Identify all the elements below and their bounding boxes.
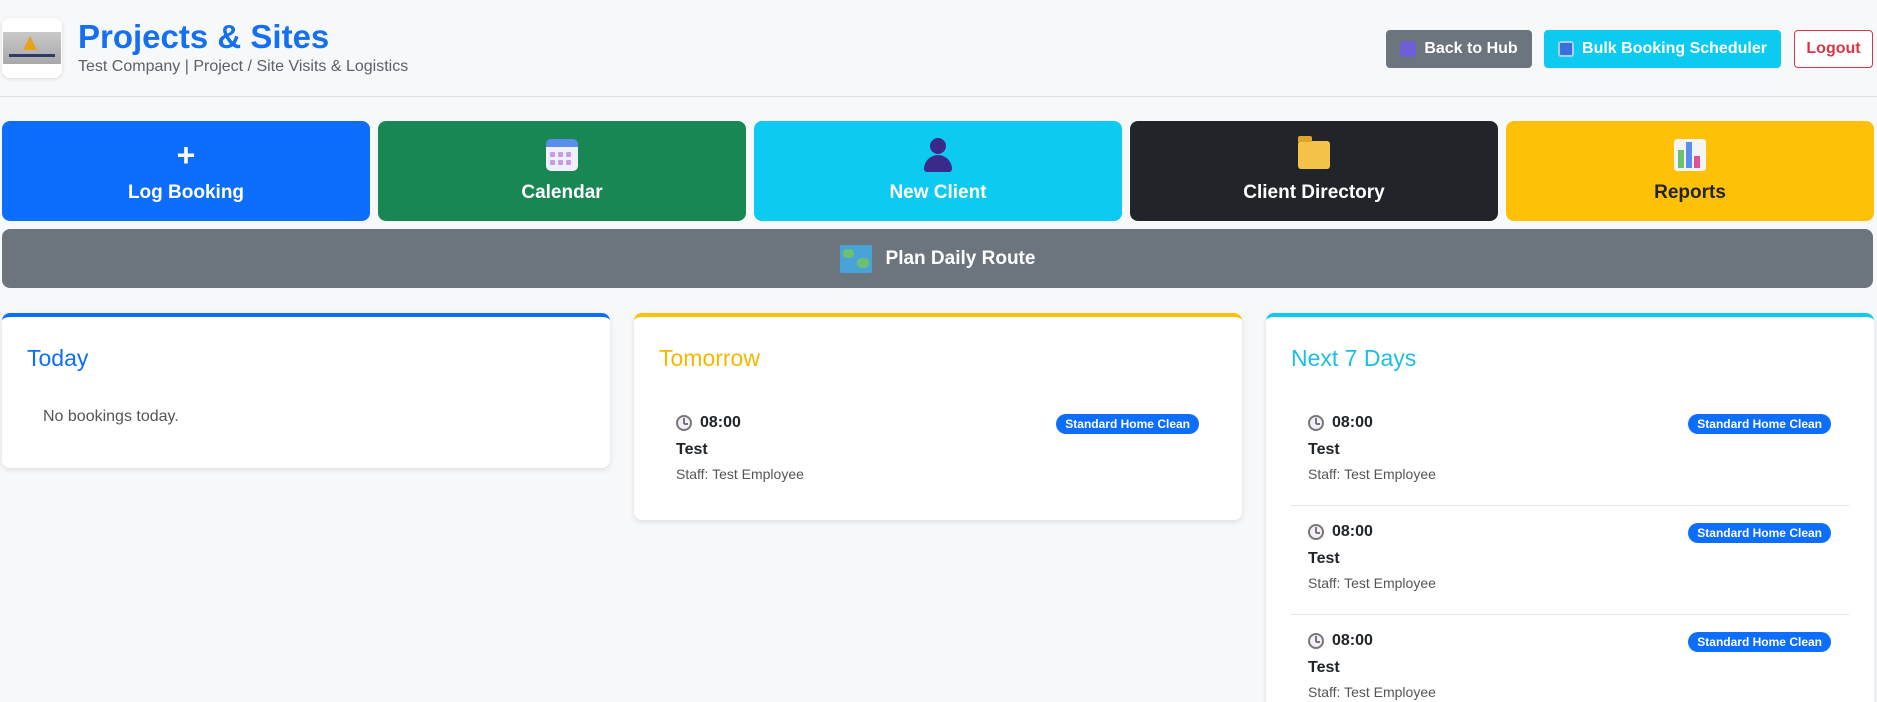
plus-icon: + xyxy=(176,137,196,173)
booking-item[interactable]: 08:00 Standard Home Clean Test Staff: Te… xyxy=(1291,615,1849,702)
booking-client-name: Test xyxy=(1308,441,1340,458)
booking-time-row: 08:00 xyxy=(1308,632,1373,650)
new-client-tile[interactable]: New Client xyxy=(754,121,1122,221)
today-title: Today xyxy=(27,345,89,371)
logout-button[interactable]: Logout xyxy=(1794,30,1873,68)
back-to-hub-label: Back to Hub xyxy=(1424,40,1518,57)
booking-client-name: Test xyxy=(1308,550,1340,567)
company-logo xyxy=(2,18,62,78)
reports-label: Reports xyxy=(1654,182,1726,203)
service-badge: Standard Home Clean xyxy=(1056,414,1199,434)
calendar-icon xyxy=(546,139,578,171)
calendar-label: Calendar xyxy=(521,182,603,203)
repeat-icon xyxy=(1558,41,1575,57)
page-header: Projects & Sites Test Company | Project … xyxy=(0,0,1877,97)
plan-daily-route-button[interactable]: Plan Daily Route xyxy=(2,229,1873,288)
booking-time-row: 08:00 xyxy=(1308,414,1373,432)
reports-tile[interactable]: Reports xyxy=(1506,121,1874,221)
next-7-days-card: Next 7 Days 08:00 Standard Home Clean Te… xyxy=(1266,313,1874,702)
today-card: Today No bookings today. xyxy=(2,313,610,468)
booking-client-name: Test xyxy=(676,441,708,458)
logo-image xyxy=(3,32,61,64)
service-badge: Standard Home Clean xyxy=(1688,414,1831,434)
log-booking-tile[interactable]: + Log Booking xyxy=(2,121,370,221)
booking-staff: Staff: Test Employee xyxy=(1308,466,1436,482)
person-icon xyxy=(922,138,954,172)
bar-chart-icon xyxy=(1674,139,1706,171)
tomorrow-title: Tomorrow xyxy=(659,345,760,371)
booking-staff: Staff: Test Employee xyxy=(1308,684,1436,700)
booking-item[interactable]: 08:00 Standard Home Clean Test Staff: Te… xyxy=(1291,397,1849,506)
new-client-label: New Client xyxy=(889,182,987,203)
bulk-booking-label: Bulk Booking Scheduler xyxy=(1582,40,1767,57)
clock-icon xyxy=(1308,524,1324,540)
calendar-tile[interactable]: Calendar xyxy=(378,121,746,221)
booking-time: 08:00 xyxy=(1332,632,1373,649)
service-badge: Standard Home Clean xyxy=(1688,523,1831,543)
booking-staff: Staff: Test Employee xyxy=(676,466,804,482)
bulk-booking-scheduler-button[interactable]: Bulk Booking Scheduler xyxy=(1544,30,1781,68)
no-bookings-message: No bookings today. xyxy=(43,408,179,425)
clock-icon xyxy=(1308,415,1324,431)
log-booking-label: Log Booking xyxy=(127,182,245,203)
booking-time-row: 08:00 xyxy=(676,414,741,432)
page-subtitle: Test Company | Project / Site Visits & L… xyxy=(78,58,409,75)
client-directory-label: Client Directory xyxy=(1243,182,1385,203)
clock-icon xyxy=(676,415,692,431)
plan-daily-route-label: Plan Daily Route xyxy=(885,247,1036,269)
next-7-days-title: Next 7 Days xyxy=(1291,345,1417,371)
folder-icon xyxy=(1298,136,1330,169)
back-to-hub-button[interactable]: Back to Hub xyxy=(1386,30,1532,68)
back-arrow-icon xyxy=(1400,41,1417,57)
booking-item[interactable]: 08:00 Standard Home Clean Test Staff: Te… xyxy=(659,397,1217,506)
map-icon xyxy=(839,244,872,273)
booking-time: 08:00 xyxy=(1332,414,1373,431)
service-badge: Standard Home Clean xyxy=(1688,632,1831,652)
clock-icon xyxy=(1308,633,1324,649)
tomorrow-card: Tomorrow 08:00 Standard Home Clean Test … xyxy=(634,313,1242,520)
booking-client-name: Test xyxy=(1308,659,1340,676)
booking-time-row: 08:00 xyxy=(1308,523,1373,541)
page-title: Projects & Sites xyxy=(78,18,330,55)
booking-time: 08:00 xyxy=(700,414,741,431)
booking-item[interactable]: 08:00 Standard Home Clean Test Staff: Te… xyxy=(1291,506,1849,615)
client-directory-tile[interactable]: Client Directory xyxy=(1130,121,1498,221)
booking-time: 08:00 xyxy=(1332,523,1373,540)
booking-staff: Staff: Test Employee xyxy=(1308,575,1436,591)
